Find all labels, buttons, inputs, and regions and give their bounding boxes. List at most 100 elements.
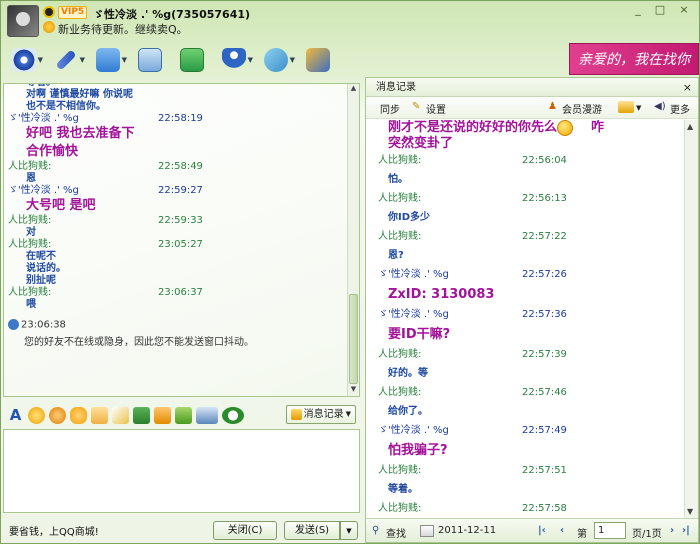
sender-name: 人比狗贱: [378,231,422,242]
group-icon [222,48,246,72]
scroll-up-icon[interactable]: ▲ [348,84,359,95]
my-message-header: ゞ'性冷淡 .' %g 22:59:27 [8,185,345,197]
game-icon[interactable] [175,406,192,424]
close-button[interactable]: 关闭(C) [213,521,277,540]
sender-name: 人比狗贱: [378,465,422,476]
screen-share-button[interactable] [173,43,211,77]
sender-message-header: 人比狗贱: 22:56:13 [378,189,684,208]
message-timestamp: 23:05:27 [158,239,203,250]
format-toolbar: A 消息记录 ▼ [3,403,360,427]
history-log[interactable]: 刚才不是还说的好好的你先么咋突然变卦了 人比狗贱: 22:56:04 怕。 人比狗贱: 2… [366,120,684,518]
message-history-button[interactable]: 消息记录 ▼ [285,405,356,424]
message-text: 别扯呢 [26,275,56,286]
screenshot-icon[interactable] [196,406,218,424]
message-timestamp: 22:59:27 [158,185,203,196]
history-scrollbar[interactable]: ▲ ▼ [684,120,698,518]
vip-badge[interactable]: VIP5 [58,6,88,19]
message-text-content: ZxID: 3130083 [388,287,495,302]
message-input[interactable] [3,429,360,513]
last-page-icon[interactable]: ›| [682,525,690,536]
message-timestamp: 22:58:49 [158,161,203,172]
voice-call-button[interactable]: ▼ [47,43,85,77]
close-icon[interactable]: × [683,78,692,97]
message-text: 对 [26,227,36,238]
scroll-up-icon[interactable]: ▲ [687,122,693,131]
video-call-button[interactable]: ▼ [5,43,43,77]
search-icon: ⚲ [372,525,380,536]
qq-mall-promo-link[interactable]: 要省钱，上QQ商城! [9,523,99,538]
sync-button[interactable]: 同步 [380,101,400,116]
apps-icon [264,48,288,72]
page-suffix: 页/1页 [632,529,662,540]
message-text-content: 刚才不是还说的好好的你先么 [388,120,558,135]
doodle-icon[interactable] [112,406,129,424]
scroll-down-icon[interactable]: ▼ [687,507,693,516]
font-icon[interactable]: A [7,406,24,424]
message-text: 怕。 [388,174,408,185]
sender-message-header: 人比狗贱: 22:59:33 [8,215,345,227]
ad-banner[interactable]: 亲爱的，我在找你 [569,43,699,75]
sender-name: 人比狗贱: [378,349,422,360]
music-icon[interactable] [154,406,171,424]
message-timestamp: 22:56:13 [522,193,567,204]
message-text-content: 要ID干嘛? [388,327,451,342]
send-sms-button[interactable] [131,43,169,77]
message-timestamp: 22:59:33 [158,215,203,226]
history-messages: 刚才不是还说的好好的你先么咋突然变卦了 人比狗贱: 22:56:04 怕。 人比狗贱: 2… [378,120,684,518]
image-icon[interactable] [133,406,150,424]
history-date[interactable]: 2011-12-11 [438,525,496,536]
message-text-content: 怕我骗子? [388,443,448,458]
contact-name[interactable]: ゞ性冷淡 .' %g(735057641) [93,6,250,22]
emoticon-icon[interactable] [28,406,45,424]
message-text: 等着。 [388,484,418,495]
message-text: 好的。等 [388,368,428,379]
settings-icon: ✎ [412,101,421,112]
close-window-button[interactable]: × [675,3,693,18]
apps-button[interactable]: ▼ [257,43,295,77]
first-page-icon[interactable]: |‹ [538,525,546,536]
message-text: 喂 [26,299,36,310]
message-text: 刚才不是还说的好好的你先么 咋突然变卦了 [378,120,684,151]
contact-avatar[interactable] [7,5,39,37]
create-group-button[interactable]: ▼ [215,43,253,77]
maximize-button[interactable]: □ [651,3,669,18]
sender-name: 人比狗贱: [8,287,52,298]
history-toolbar: 同步 ✎ 设置 ♟ 会员漫游 ▼ ◀) 更多 [366,97,698,119]
more-button[interactable]: 更多 [670,101,690,116]
minimize-button[interactable]: _ [629,3,647,18]
sender-message-header: 人比狗贱: 23:06:37 [8,287,345,299]
shake-icon[interactable] [70,406,87,424]
view-mode-icon[interactable] [618,101,634,113]
magic-face-icon[interactable] [49,406,66,424]
sender-name: 人比狗贱: [378,387,422,398]
send-button[interactable]: 发送(S) [284,521,340,540]
previous-page-icon[interactable]: ‹ [560,525,564,536]
next-page-icon[interactable]: › [670,525,674,536]
scroll-down-icon[interactable]: ▼ [348,385,359,396]
qq-pay-icon[interactable] [222,406,244,424]
chevron-down-icon[interactable]: ▼ [636,104,641,112]
member-roam-button[interactable]: 会员漫游 [562,101,602,116]
bottom-bar: 要省钱，上QQ商城! 关闭(C) 发送(S) ▼ [3,515,360,543]
voice-message-icon[interactable] [91,406,108,424]
search-button[interactable]: 查找 [386,525,406,540]
smiley-icon [557,120,574,136]
sender-name: 人比狗贱: [378,503,422,514]
speaker-icon: ◀) [654,101,666,112]
chat-scrollbar[interactable]: ▲ ▼ [347,84,359,396]
calendar-icon[interactable] [420,525,434,537]
message-timestamp: 22:57:22 [522,231,567,242]
send-file-button[interactable]: ▼ [89,43,127,77]
sender-message-header: 人比狗贱: 22:58:49 [8,161,345,173]
qq-app-button[interactable] [299,43,337,77]
microphone-icon [55,49,77,71]
message-text: 恩 [26,173,36,184]
message-timestamp: 22:57:36 [522,309,567,320]
chat-log[interactable]: 等着。对啊 谨慎最好嘛 你说呢也不是不相信你。ゞ'性冷淡 .' %g22:58:… [3,83,360,397]
chat-window: VIP5 ゞ性冷淡 .' %g(735057641) 新业务待更新。继续卖Q。 … [0,0,700,544]
dropdown-arrow-icon: ▼ [247,56,253,64]
scroll-thumb[interactable] [349,294,358,384]
page-number-input[interactable]: 1 [594,522,626,539]
send-options-button[interactable]: ▼ [340,521,358,540]
settings-button[interactable]: 设置 [426,101,446,116]
